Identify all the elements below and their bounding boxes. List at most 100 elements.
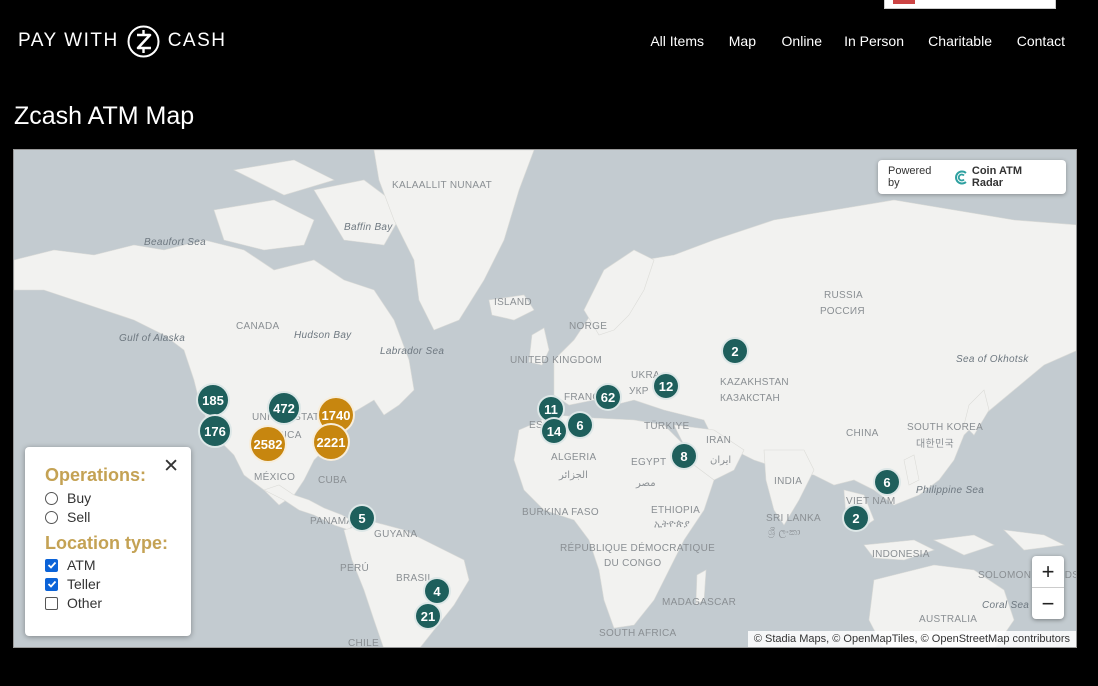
nav-contact[interactable]: Contact <box>1017 33 1065 49</box>
map-label: NORGE <box>569 321 608 332</box>
filter-label: Other <box>67 595 103 611</box>
map-label: Labrador Sea <box>380 346 445 357</box>
map-label: UNITED KINGDOM <box>510 355 602 366</box>
map-label: الجزائر <box>559 470 588 481</box>
map-label: ISLAND <box>494 297 532 308</box>
atm-cluster[interactable]: 2 <box>842 504 870 532</box>
map-label: AUSTRALIA <box>919 614 978 625</box>
atm-cluster[interactable]: 2582 <box>249 425 287 463</box>
coin-atm-radar-label: Coin ATM Radar <box>971 165 1022 189</box>
map-label: Gulf of Alaska <box>119 333 186 344</box>
nav-charitable[interactable]: Charitable <box>928 33 992 49</box>
checkbox-teller[interactable] <box>45 577 58 591</box>
map-label: CHILE <box>348 638 379 648</box>
zoom-in-button[interactable]: + <box>1032 556 1064 587</box>
atm-cluster[interactable]: 14 <box>540 417 568 445</box>
atm-cluster[interactable]: 472 <box>267 391 301 425</box>
logo-text-left: PAY WITH <box>18 30 119 51</box>
map-label: SOUTH AFRICA <box>599 628 677 639</box>
map-label: RUSSIA <box>824 290 864 301</box>
atm-cluster[interactable]: 2 <box>721 337 749 365</box>
zoom-out-button[interactable]: − <box>1032 587 1064 619</box>
map-label: MÉXICO <box>254 472 296 483</box>
map-label: Sea of Okhotsk <box>956 354 1029 365</box>
filter-option-other[interactable]: Other <box>45 595 102 611</box>
close-icon[interactable]: ✕ <box>163 455 179 478</box>
atm-cluster[interactable]: 2221 <box>312 423 350 461</box>
nav-online[interactable]: Online <box>782 33 822 49</box>
filter-panel: ✕ Operations: Buy Sell Location type: AT… <box>25 447 191 636</box>
filter-option-atm[interactable]: ATM <box>45 557 96 573</box>
nav-map[interactable]: Map <box>729 33 756 49</box>
map-label: ETHIOPIA <box>651 505 701 516</box>
map-label: РОССИЯ <box>820 306 865 317</box>
map-attribution[interactable]: © Stadia Maps, © OpenMapTiles, © OpenStr… <box>747 631 1076 647</box>
map-label: 대한민국 <box>916 439 954 450</box>
map-label: INDIA <box>774 476 803 487</box>
logo-text-right: CASH <box>167 30 227 51</box>
atm-cluster[interactable]: 176 <box>198 414 232 448</box>
map-label: PANAMÁ <box>310 516 354 527</box>
atm-cluster[interactable]: 12 <box>652 372 680 400</box>
map-label: INDONESIA <box>872 549 930 560</box>
filter-option-sell[interactable]: Sell <box>45 509 90 525</box>
atm-cluster[interactable]: 6 <box>873 468 901 496</box>
language-selector[interactable] <box>884 0 1056 9</box>
atm-cluster[interactable]: 6 <box>566 411 594 439</box>
map-label: КАЗАКСТАН <box>720 393 781 404</box>
operations-title: Operations: <box>45 465 147 485</box>
nav-all-items[interactable]: All Items <box>650 33 704 49</box>
map-label: مصر <box>636 478 656 489</box>
atm-cluster[interactable]: 21 <box>414 602 442 630</box>
map-label: ኢትዮጵያ <box>654 519 690 530</box>
map-label: ALGERIA <box>551 452 597 463</box>
map-label: Beaufort Sea <box>144 237 206 248</box>
map-label: RÉPUBLIQUE DÉMOCRATIQUE <box>560 543 716 554</box>
filter-option-teller[interactable]: Teller <box>45 576 100 592</box>
atm-cluster[interactable]: 4 <box>423 577 451 605</box>
zcash-logo-icon <box>127 25 160 58</box>
map-label: УКР <box>629 386 649 397</box>
site-logo[interactable]: PAY WITH CASH <box>18 22 226 60</box>
map-label: BURKINA FASO <box>522 507 599 518</box>
zoom-controls: + − <box>1032 556 1064 619</box>
map-label: TÜRKIYE <box>644 421 690 432</box>
filter-option-buy[interactable]: Buy <box>45 490 91 506</box>
map-label: ශ්‍රී ලංකා <box>768 527 801 538</box>
map-label: KALAALLIT NUNAAT <box>392 180 493 191</box>
map-label: Coral Sea <box>982 600 1030 611</box>
radio-sell[interactable] <box>45 510 58 524</box>
map-label: CHINA <box>846 428 879 439</box>
map-label: MADAGASCAR <box>662 597 737 608</box>
map-label: DU CONGO <box>604 558 662 569</box>
powered-by-badge[interactable]: Powered by Coin ATM Radar <box>878 160 1066 194</box>
filter-label: Teller <box>67 576 101 592</box>
map-label: PERÚ <box>340 563 369 574</box>
atm-cluster[interactable]: 62 <box>594 383 622 411</box>
radio-buy[interactable] <box>45 491 58 505</box>
atm-cluster[interactable]: 8 <box>670 442 698 470</box>
coin-atm-radar-icon <box>954 170 967 184</box>
atm-cluster[interactable]: 185 <box>196 383 230 417</box>
map-label: SRI LANKA <box>766 513 821 524</box>
filter-label: Sell <box>67 509 91 525</box>
map-label: Baffin Bay <box>344 222 393 233</box>
map-label: IRAN <box>706 435 732 446</box>
map-label: SOUTH KOREA <box>907 422 984 433</box>
nav-in-person[interactable]: In Person <box>844 33 904 49</box>
map-label: Philippine Sea <box>916 485 985 496</box>
map-label: ایران <box>710 455 732 466</box>
checkbox-atm[interactable] <box>45 558 58 572</box>
map-label: Hudson Bay <box>294 330 352 341</box>
flag-icon <box>893 0 915 4</box>
coin-atm-radar-brand: Coin ATM Radar <box>954 165 1056 189</box>
atm-map[interactable]: KALAALLIT NUNAAT Baffin Bay Beaufort Sea… <box>13 149 1077 648</box>
map-label: GUYANA <box>374 529 418 540</box>
map-label: KAZAKHSTAN <box>720 377 789 388</box>
filter-label: Buy <box>67 490 92 506</box>
powered-by-text: Powered by <box>888 165 932 189</box>
page-title: Zcash ATM Map <box>14 102 195 130</box>
checkbox-other[interactable] <box>45 596 58 610</box>
atm-cluster[interactable]: 5 <box>348 504 376 532</box>
location-type-title: Location type: <box>45 533 169 553</box>
